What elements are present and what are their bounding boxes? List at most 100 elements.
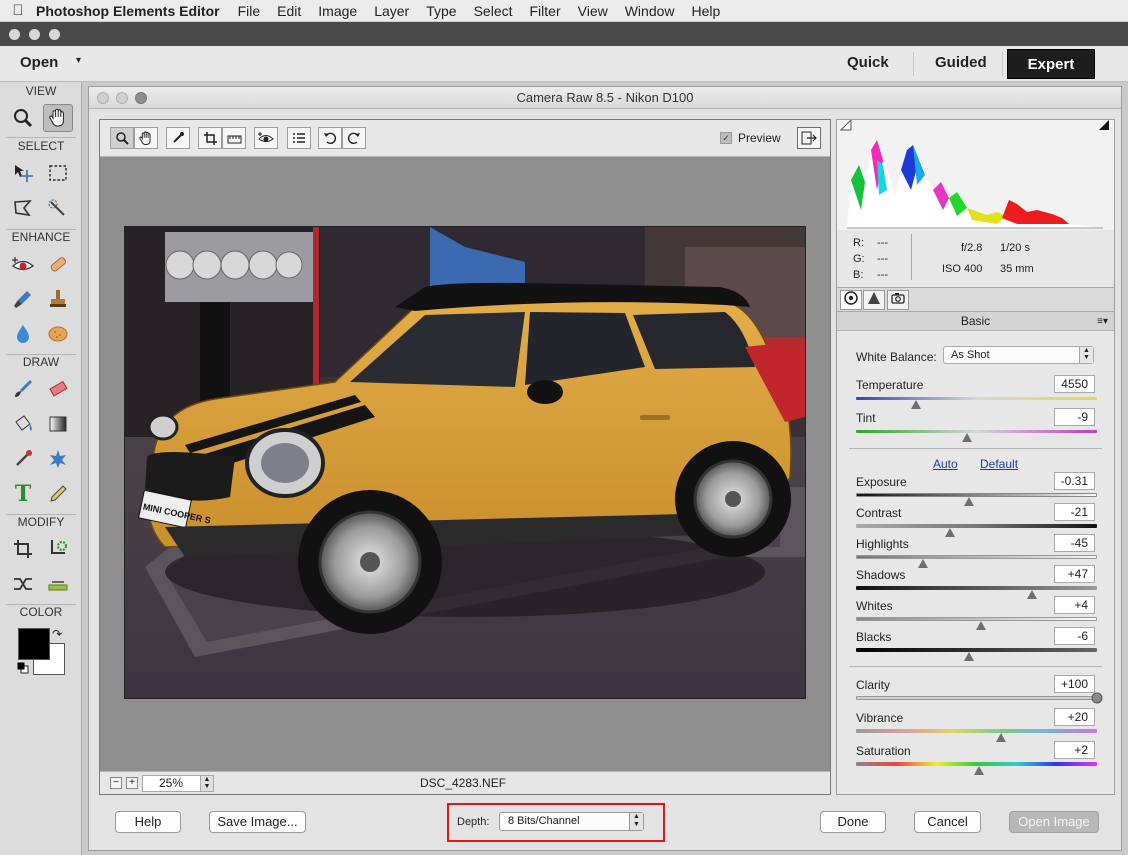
blacks-slider-thumb[interactable]	[964, 652, 975, 661]
rotate-right-icon[interactable]	[342, 127, 366, 149]
recompose-tool-icon[interactable]	[43, 535, 73, 563]
close-window-button[interactable]	[9, 29, 20, 40]
blur-tool-icon[interactable]	[8, 320, 38, 348]
blacks-slider-track[interactable]	[856, 648, 1097, 652]
highlights-slider-thumb[interactable]	[918, 559, 929, 568]
quick-selection-tool-icon[interactable]	[43, 194, 73, 222]
custom-shape-icon[interactable]	[43, 445, 73, 473]
shadows-slider-track[interactable]	[856, 586, 1097, 590]
menu-type[interactable]: Type	[426, 3, 456, 19]
move-tool-icon[interactable]	[8, 159, 38, 187]
healing-brush-icon[interactable]	[43, 250, 73, 278]
auto-link[interactable]: Auto	[933, 457, 958, 471]
paint-bucket-icon[interactable]	[8, 410, 38, 438]
whites-value[interactable]: +4	[1054, 596, 1095, 614]
app-name[interactable]: Photoshop Elements Editor	[36, 3, 220, 19]
menu-view[interactable]: View	[578, 3, 608, 19]
temperature-slider-thumb[interactable]	[911, 400, 922, 409]
save-image-button[interactable]: Save Image...	[209, 811, 306, 833]
type-tool-icon[interactable]: T	[8, 480, 38, 508]
vibrance-slider-thumb[interactable]	[995, 733, 1006, 742]
marquee-tool-icon[interactable]	[43, 159, 73, 187]
saturation-value[interactable]: +2	[1054, 741, 1095, 759]
red-eye-tool-icon[interactable]	[8, 250, 38, 278]
saturation-slider-thumb[interactable]	[973, 766, 984, 775]
crop-tool-icon[interactable]	[198, 127, 222, 149]
toggle-fullscreen-icon[interactable]	[797, 127, 821, 149]
open-dropdown-icon[interactable]: ▾	[76, 55, 81, 66]
highlights-value[interactable]: -45	[1054, 534, 1095, 552]
rotate-left-icon[interactable]	[318, 127, 342, 149]
vibrance-slider-track[interactable]	[856, 729, 1097, 733]
exposure-slider-track[interactable]	[856, 493, 1097, 497]
smart-brush-icon[interactable]	[8, 285, 38, 313]
dialog-minimize-button[interactable]	[116, 92, 128, 104]
swap-colors-icon[interactable]: ↷	[52, 627, 62, 641]
whites-slider-thumb[interactable]	[976, 621, 987, 630]
exposure-value[interactable]: -0.31	[1054, 472, 1095, 490]
cancel-button[interactable]: Cancel	[914, 811, 981, 833]
open-button[interactable]: Open	[20, 54, 58, 71]
exposure-slider-thumb[interactable]	[964, 497, 975, 506]
menu-filter[interactable]: Filter	[530, 3, 561, 19]
menu-layer[interactable]: Layer	[374, 3, 409, 19]
zoom-in-button[interactable]: +	[126, 777, 138, 789]
content-aware-move-icon[interactable]	[8, 570, 38, 598]
zoom-dropdown-icon[interactable]: ▲ ▼	[200, 775, 214, 792]
sponge-tool-icon[interactable]	[43, 320, 73, 348]
panel-menu-icon[interactable]: ≡▾	[1097, 312, 1108, 331]
zoom-out-button[interactable]: −	[110, 777, 122, 789]
tab-detail-icon[interactable]	[863, 290, 885, 310]
menu-select[interactable]: Select	[474, 3, 513, 19]
lasso-tool-icon[interactable]	[8, 194, 38, 222]
crop-tool-icon[interactable]	[8, 535, 38, 563]
blacks-value[interactable]: -6	[1054, 627, 1095, 645]
gradient-tool-icon[interactable]	[43, 410, 73, 438]
eraser-tool-icon[interactable]	[43, 375, 73, 403]
tint-value[interactable]: -9	[1054, 408, 1095, 426]
menu-help[interactable]: Help	[692, 3, 721, 19]
clarity-slider-track[interactable]	[856, 696, 1097, 700]
contrast-slider-thumb[interactable]	[944, 528, 955, 537]
pencil-tool-icon[interactable]	[43, 480, 73, 508]
foreground-color-swatch[interactable]	[18, 628, 50, 660]
hand-tool-icon[interactable]	[134, 127, 158, 149]
menu-image[interactable]: Image	[318, 3, 357, 19]
clarity-value[interactable]: +100	[1054, 675, 1095, 693]
contrast-slider-track[interactable]	[856, 524, 1097, 528]
tint-slider-thumb[interactable]	[961, 433, 972, 442]
help-button[interactable]: Help	[115, 811, 181, 833]
mode-expert[interactable]: Expert	[1007, 49, 1095, 79]
vibrance-value[interactable]: +20	[1054, 708, 1095, 726]
shadows-value[interactable]: +47	[1054, 565, 1095, 583]
temperature-slider-track[interactable]	[856, 397, 1097, 400]
default-link[interactable]: Default	[980, 457, 1018, 471]
dialog-close-button[interactable]	[97, 92, 109, 104]
preferences-icon[interactable]	[287, 127, 311, 149]
menu-window[interactable]: Window	[625, 3, 675, 19]
tab-camera-calibration-icon[interactable]	[887, 290, 909, 310]
brush-tool-icon[interactable]	[8, 375, 38, 403]
red-eye-removal-icon[interactable]	[254, 127, 278, 149]
done-button[interactable]: Done	[820, 811, 886, 833]
white-balance-select[interactable]: As Shot ▲ ▼	[943, 346, 1094, 364]
tab-basic-icon[interactable]	[840, 290, 862, 310]
minimize-window-button[interactable]	[29, 29, 40, 40]
default-colors-icon[interactable]	[17, 662, 29, 674]
clarity-slider-thumb[interactable]	[1091, 692, 1103, 704]
zoom-window-button[interactable]	[49, 29, 60, 40]
menu-file[interactable]: File	[238, 3, 261, 19]
white-balance-tool-icon[interactable]	[166, 127, 190, 149]
open-image-button[interactable]: Open Image	[1009, 811, 1099, 833]
apple-icon[interactable]: 	[0, 2, 36, 19]
contrast-value[interactable]: -21	[1054, 503, 1095, 521]
depth-select[interactable]: 8 Bits/Channel ▲ ▼	[499, 812, 644, 831]
menu-edit[interactable]: Edit	[277, 3, 301, 19]
preview-checkbox[interactable]: ✓	[720, 132, 732, 144]
mode-quick[interactable]: Quick	[847, 54, 889, 71]
shadows-slider-thumb[interactable]	[1026, 590, 1037, 599]
zoom-tool-icon[interactable]	[8, 104, 38, 132]
clone-stamp-icon[interactable]	[43, 285, 73, 313]
dialog-zoom-button[interactable]	[135, 92, 147, 104]
straighten-tool-icon[interactable]	[43, 570, 73, 598]
